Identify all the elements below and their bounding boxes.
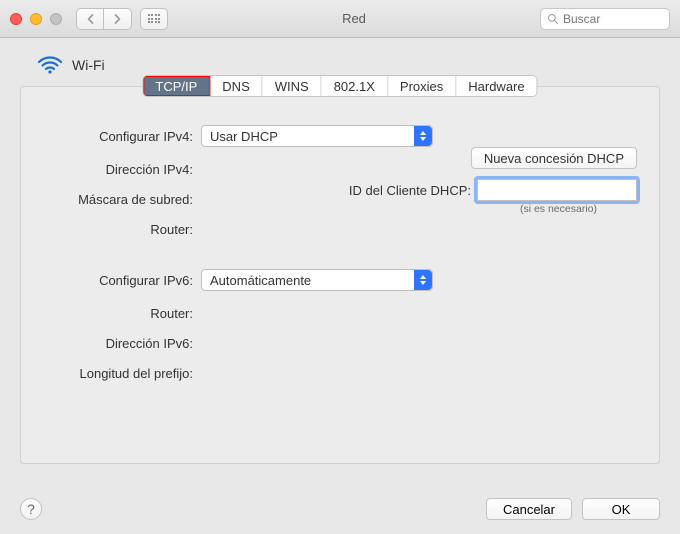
window-title: Red: [176, 11, 532, 26]
dialog-button-bar: ? Cancelar OK: [0, 490, 680, 534]
dhcp-client-id-input[interactable]: [477, 179, 637, 201]
wifi-icon: [38, 56, 62, 74]
select-config-ipv4[interactable]: Usar DHCP: [201, 125, 433, 147]
search-icon: [547, 13, 559, 25]
tab-wins[interactable]: WINS: [263, 76, 322, 96]
select-config-ipv6[interactable]: Automáticamente: [201, 269, 433, 291]
traffic-lights: [10, 13, 62, 25]
dhcp-client-id-hint: (si es necesario): [349, 203, 637, 215]
tab-hardware[interactable]: Hardware: [456, 76, 536, 96]
label-subnet-mask: Máscara de subred:: [41, 192, 201, 207]
label-router-ipv6: Router:: [41, 306, 201, 321]
nav-back-forward: [76, 8, 132, 30]
interface-name: Wi-Fi: [72, 57, 105, 73]
tab-8021x[interactable]: 802.1X: [322, 76, 388, 96]
settings-panel: TCP/IP DNS WINS 802.1X Proxies Hardware …: [20, 86, 660, 464]
tab-proxies[interactable]: Proxies: [388, 76, 456, 96]
search-field-wrap[interactable]: [540, 8, 670, 30]
search-input[interactable]: [563, 12, 663, 26]
chevron-right-icon: [113, 14, 122, 24]
minimize-window-button[interactable]: [30, 13, 42, 25]
select-config-ipv4-value: Usar DHCP: [210, 129, 278, 144]
dhcp-right-column: Nueva concesión DHCP ID del Cliente DHCP…: [349, 147, 637, 215]
chevron-left-icon: [86, 14, 95, 24]
window-titlebar: Red: [0, 0, 680, 38]
ok-button[interactable]: OK: [582, 498, 660, 520]
close-window-button[interactable]: [10, 13, 22, 25]
new-dhcp-lease-button[interactable]: Nueva concesión DHCP: [471, 147, 637, 169]
label-router-ipv4: Router:: [41, 222, 201, 237]
tab-tcpip[interactable]: TCP/IP: [143, 76, 210, 96]
updown-arrows-icon: [414, 126, 432, 146]
cancel-button[interactable]: Cancelar: [486, 498, 572, 520]
updown-arrows-icon: [414, 270, 432, 290]
show-all-button[interactable]: [140, 8, 168, 30]
label-config-ipv6: Configurar IPv6:: [41, 273, 201, 288]
grid-icon: [148, 14, 161, 23]
label-prefix-length: Longitud del prefijo:: [41, 366, 201, 381]
label-ipv6-address: Dirección IPv6:: [41, 336, 201, 351]
tab-dns[interactable]: DNS: [210, 76, 262, 96]
label-config-ipv4: Configurar IPv4:: [41, 129, 201, 144]
select-config-ipv6-value: Automáticamente: [210, 273, 311, 288]
help-button[interactable]: ?: [20, 498, 42, 520]
label-ipv4-address: Dirección IPv4:: [41, 162, 201, 177]
forward-button[interactable]: [104, 8, 132, 30]
zoom-window-button: [50, 13, 62, 25]
label-dhcp-client-id: ID del Cliente DHCP:: [349, 183, 471, 198]
back-button[interactable]: [76, 8, 104, 30]
tab-bar: TCP/IP DNS WINS 802.1X Proxies Hardware: [142, 75, 537, 97]
